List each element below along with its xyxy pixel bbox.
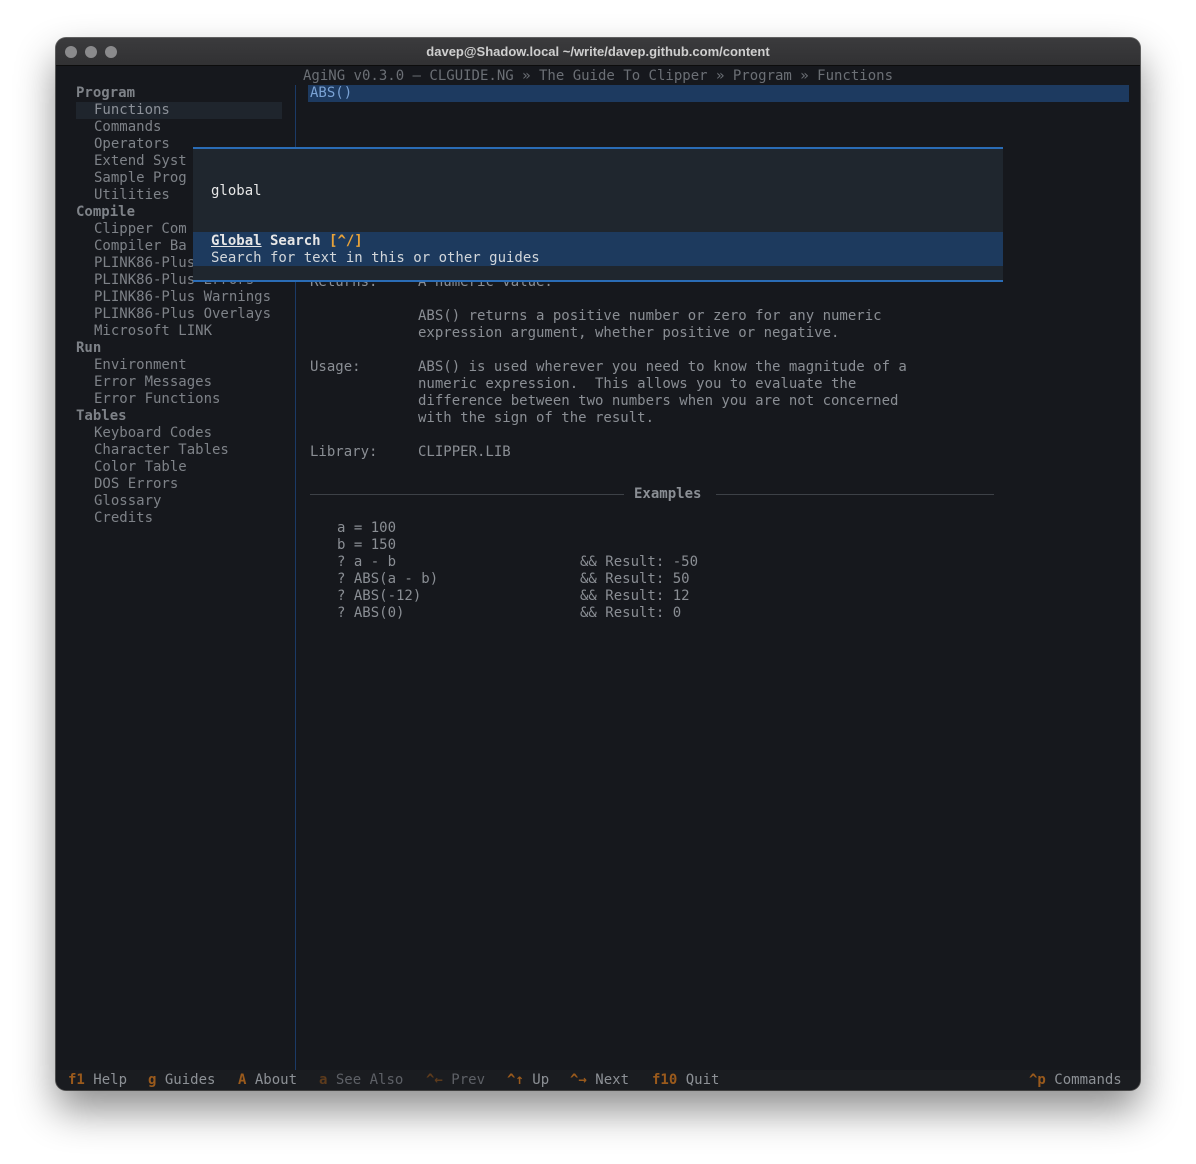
key-label: f10	[652, 1072, 678, 1088]
footer-keys: f1 Help g Guides A About a See Also ^← P…	[56, 1070, 1140, 1090]
description-line: ABS() returns a positive number or zero …	[418, 308, 882, 324]
footer-key-up[interactable]: ^↑ Up	[507, 1072, 549, 1089]
example-code: b = 150	[337, 537, 397, 553]
menu-item[interactable]: PLINK86-Plus Warnings	[94, 289, 271, 306]
usage-line: ABS() is used wherever you need to know …	[418, 359, 907, 375]
key-desc: Commands	[1054, 1072, 1122, 1088]
library-label: Library:	[310, 444, 378, 460]
menu-item-functions-selected[interactable]: Functions	[76, 102, 282, 119]
example-code: ? ABS(-12)	[337, 588, 422, 604]
window-title: davep@Shadow.local ~/write/davep.github.…	[426, 44, 770, 59]
menu-item[interactable]: Commands	[94, 119, 161, 136]
palette-hit-help: Search for text in this or other guides	[211, 250, 540, 266]
key-label: f1	[68, 1072, 85, 1088]
menu-item[interactable]: Error Messages	[94, 374, 212, 391]
key-label: a	[319, 1072, 328, 1088]
menu-section-compile[interactable]: Compile	[76, 204, 135, 221]
terminal-window: davep@Shadow.local ~/write/davep.github.…	[56, 38, 1140, 1090]
key-desc: Prev	[451, 1072, 486, 1088]
key-desc: Next	[595, 1072, 630, 1088]
app-header: AgiNG v0.3.0 — CLGUIDE.NG » The Guide To…	[302, 68, 893, 84]
key-label: ^↑	[507, 1072, 524, 1088]
example-code: a = 100	[337, 520, 397, 536]
menu-item[interactable]: PLINK86-Plus	[94, 255, 195, 272]
usage-line: numeric expression. This allows you to e…	[418, 376, 857, 392]
example-code: ? ABS(0)	[337, 605, 405, 621]
menu-item[interactable]: Clipper Com	[94, 221, 187, 238]
library-text: CLIPPER.LIB	[418, 444, 511, 460]
menu-item-label: Functions	[94, 102, 170, 118]
key-label: A	[238, 1072, 247, 1088]
key-label: ^p	[1029, 1072, 1046, 1088]
footer-key-commands[interactable]: ^p Commands	[1029, 1072, 1122, 1089]
usage-line: with the sign of the result.	[418, 410, 655, 426]
title-bar: davep@Shadow.local ~/write/davep.github.…	[56, 38, 1140, 66]
key-label: g	[148, 1072, 157, 1088]
usage-line: difference between two numbers when you …	[418, 393, 899, 409]
command-palette: global Global Search [^/] Search for tex…	[193, 147, 1003, 282]
menu-section-program[interactable]: Program	[76, 85, 135, 102]
entry-title: ABS()	[310, 85, 353, 101]
menu-item[interactable]: Utilities	[94, 187, 170, 204]
menu-item[interactable]: Color Table	[94, 459, 187, 476]
menu-item[interactable]: Compiler Ba	[94, 238, 187, 255]
key-desc: Up	[532, 1072, 550, 1088]
example-result: && Result: 0	[580, 605, 682, 621]
key-desc: About	[254, 1072, 298, 1088]
menu-section-run[interactable]: Run	[76, 340, 101, 357]
menu-item[interactable]: Microsoft LINK	[94, 323, 212, 340]
footer-key-quit[interactable]: f10 Quit	[652, 1072, 719, 1089]
key-desc: Quit	[685, 1072, 720, 1088]
footer-key-help[interactable]: f1 Help	[68, 1072, 127, 1089]
terminal-screen: AgiNG v0.3.0 — CLGUIDE.NG » The Guide To…	[56, 66, 1140, 1090]
entry-list-selected[interactable]: ABS()	[308, 85, 1129, 102]
menu-item[interactable]: Extend Syst	[94, 153, 187, 170]
description-line: expression argument, whether positive or…	[418, 325, 840, 341]
example-result: && Result: 12	[580, 588, 690, 604]
menu-item[interactable]: Keyboard Codes	[94, 425, 212, 442]
hit-rest-text: Search	[261, 233, 330, 249]
example-code: ? ABS(a - b)	[337, 571, 439, 587]
example-code: ? a - b	[337, 554, 397, 570]
menu-item[interactable]: PLINK86-Plus Overlays	[94, 306, 271, 323]
menu-item[interactable]: Credits	[94, 510, 153, 527]
key-label: ^←	[426, 1072, 443, 1088]
footer-key-guides[interactable]: g Guides	[148, 1072, 215, 1089]
examples-rule-left	[310, 494, 624, 495]
palette-hit-global-search[interactable]: Global Search [^/] Search for text in th…	[193, 232, 1003, 266]
footer-key-about[interactable]: A About	[238, 1072, 297, 1089]
palette-hit-title: Global Search [^/]	[211, 233, 363, 250]
footer-key-see-also[interactable]: a See Also	[319, 1072, 403, 1089]
menu-item[interactable]: DOS Errors	[94, 476, 178, 493]
menu-item[interactable]: Error Functions	[94, 391, 220, 408]
hit-shortcut: [^/]	[329, 233, 363, 249]
menu-item[interactable]: Environment	[94, 357, 187, 374]
menu-item[interactable]: Glossary	[94, 493, 161, 510]
example-result: && Result: 50	[580, 571, 690, 587]
examples-rule-right	[716, 494, 994, 495]
menu-item[interactable]: Operators	[94, 136, 170, 153]
examples-heading: Examples	[634, 486, 702, 502]
example-result: && Result: -50	[580, 554, 699, 570]
footer-key-prev[interactable]: ^← Prev	[426, 1072, 485, 1089]
key-desc: Help	[93, 1072, 128, 1088]
hit-match-text: Global	[211, 233, 262, 249]
key-desc: See Also	[335, 1072, 404, 1088]
key-label: ^→	[570, 1072, 587, 1088]
menu-item[interactable]: Character Tables	[94, 442, 229, 459]
footer-key-next[interactable]: ^→ Next	[570, 1072, 629, 1089]
menu-section-tables[interactable]: Tables	[76, 408, 127, 425]
key-desc: Guides	[164, 1072, 216, 1088]
usage-label: Usage:	[310, 359, 361, 375]
menu-item[interactable]: Sample Prog	[94, 170, 187, 187]
palette-search-input[interactable]: global	[211, 183, 262, 200]
